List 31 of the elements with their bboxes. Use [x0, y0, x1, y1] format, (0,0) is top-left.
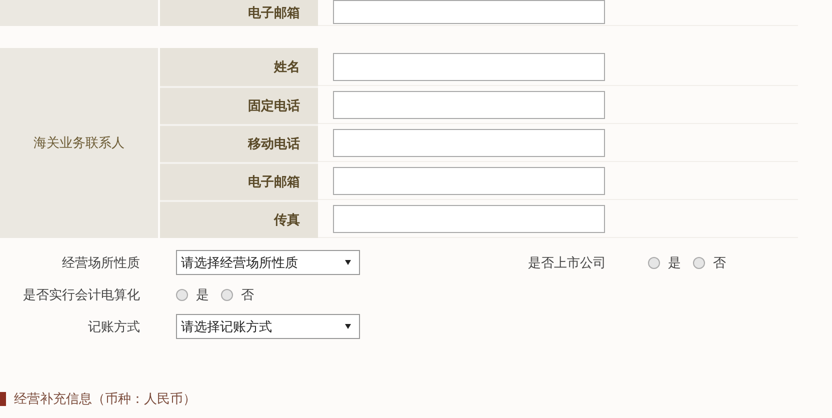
input-field[interactable]: [333, 166, 605, 194]
radio-button[interactable]: [693, 256, 705, 268]
field-label: 电子邮箱: [248, 174, 300, 191]
input-field[interactable]: [333, 0, 605, 24]
input-field[interactable]: [333, 52, 605, 80]
radio-button[interactable]: [648, 256, 660, 268]
dropdown[interactable]: 请选择经营场所性质: [176, 250, 360, 275]
field-label: 姓名: [274, 59, 300, 76]
radio-label: 是: [196, 286, 209, 304]
field-label: 是否上市公司: [528, 256, 606, 270]
radio-label: 否: [713, 254, 726, 272]
dropdown[interactable]: 请选择记账方式: [176, 314, 360, 339]
input-field[interactable]: [333, 204, 605, 232]
radio-label: 是: [668, 254, 681, 272]
field-label: 移动电话: [248, 136, 300, 153]
radio-button[interactable]: [176, 288, 188, 300]
field-label: 固定电话: [248, 98, 300, 115]
field-label: 传真: [274, 212, 300, 229]
field-label: 记账方式: [88, 320, 140, 334]
caret-icon: [345, 260, 351, 265]
section-title: 经营补充信息（币种：人民币）: [14, 391, 196, 408]
field-label: 经营场所性质: [62, 256, 140, 270]
input-field[interactable]: [333, 128, 605, 156]
group-label: 海关业务联系人: [34, 135, 124, 152]
section-marker: [0, 392, 6, 406]
radio-button[interactable]: [221, 288, 233, 300]
field-label: 是否实行会计电算化: [23, 288, 140, 302]
input-field[interactable]: [333, 90, 605, 118]
caret-icon: [345, 324, 351, 329]
field-label: 电子邮箱: [248, 5, 300, 22]
radio-label: 否: [241, 286, 254, 304]
